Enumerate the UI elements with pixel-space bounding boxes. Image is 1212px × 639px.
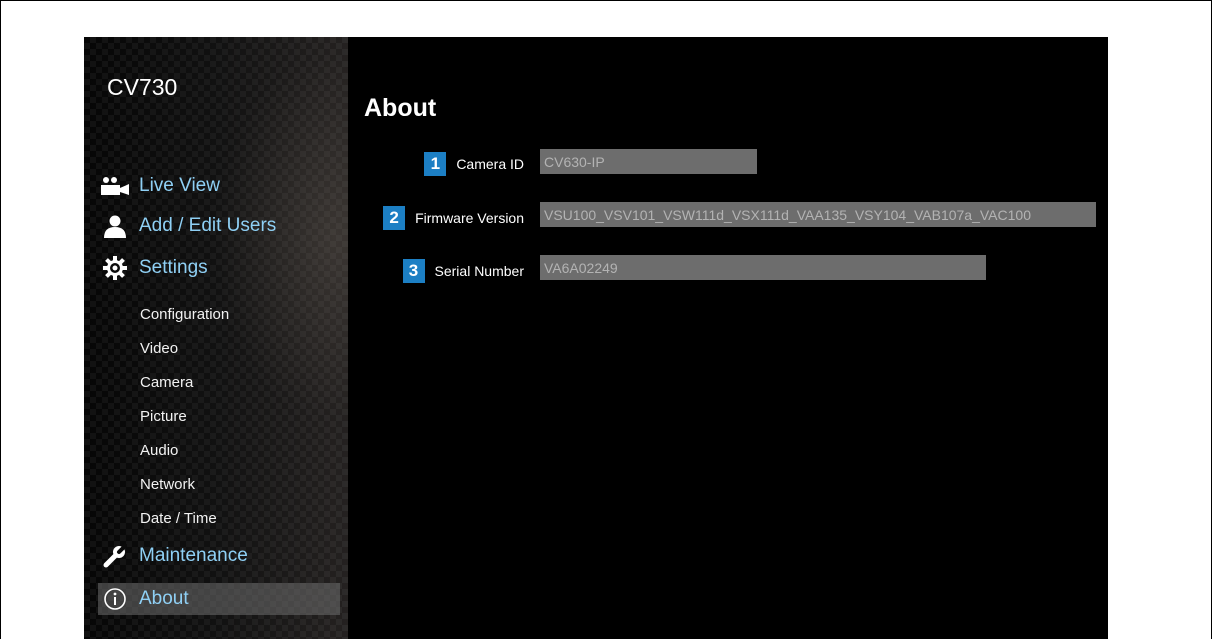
- sidebar-item-maintenance[interactable]: Maintenance: [98, 540, 340, 572]
- field-label-text: Firmware Version: [415, 210, 524, 226]
- page-title: About: [364, 94, 437, 122]
- sidebar: CV730 Live View Add / Edit Users Setting…: [84, 37, 348, 639]
- sidebar-subitem-camera[interactable]: Camera: [140, 374, 193, 391]
- field-label-text: Serial Number: [434, 263, 524, 279]
- camera-web-ui: CV730 Live View Add / Edit Users Setting…: [84, 37, 1108, 639]
- sidebar-subitem-configuration[interactable]: Configuration: [140, 306, 229, 323]
- serial-number-label: 3 Serial Number: [348, 257, 524, 285]
- sidebar-subitem-audio[interactable]: Audio: [140, 442, 178, 459]
- serial-number-field[interactable]: [540, 255, 986, 280]
- number-badge: 1: [424, 152, 447, 176]
- number-badge: 3: [402, 259, 425, 283]
- sidebar-subitem-picture[interactable]: Picture: [140, 408, 187, 425]
- sidebar-item-label: About: [139, 588, 189, 609]
- brand-title: CV730: [107, 74, 178, 100]
- sidebar-subitem-network[interactable]: Network: [140, 476, 195, 493]
- camera-id-label: 1 Camera ID: [348, 150, 524, 178]
- user-icon: [98, 214, 132, 238]
- number-badge: 2: [383, 206, 406, 230]
- info-icon: [98, 587, 132, 611]
- sidebar-subitem-date-time[interactable]: Date / Time: [140, 510, 217, 527]
- firmware-version-label: 2 Firmware Version: [348, 204, 524, 232]
- sidebar-item-label: Settings: [139, 257, 208, 278]
- gear-icon: [98, 256, 132, 280]
- sidebar-item-label: Live View: [139, 175, 220, 196]
- sidebar-item-label: Maintenance: [139, 545, 248, 566]
- sidebar-item-settings[interactable]: Settings: [98, 252, 340, 284]
- sidebar-item-add-edit-users[interactable]: Add / Edit Users: [98, 210, 340, 242]
- users-camera-icon: [98, 174, 132, 198]
- sidebar-subitem-video[interactable]: Video: [140, 340, 178, 357]
- camera-id-field[interactable]: [540, 149, 757, 174]
- sidebar-item-live-view[interactable]: Live View: [98, 170, 340, 202]
- sidebar-item-label: Add / Edit Users: [139, 215, 277, 236]
- main-content: About 1 Camera ID 2 Firmware Version 3 S…: [348, 37, 1108, 639]
- wrench-icon: [98, 544, 132, 568]
- field-label-text: Camera ID: [456, 156, 524, 172]
- firmware-version-field[interactable]: [540, 202, 1096, 227]
- sidebar-item-about[interactable]: About: [98, 583, 340, 615]
